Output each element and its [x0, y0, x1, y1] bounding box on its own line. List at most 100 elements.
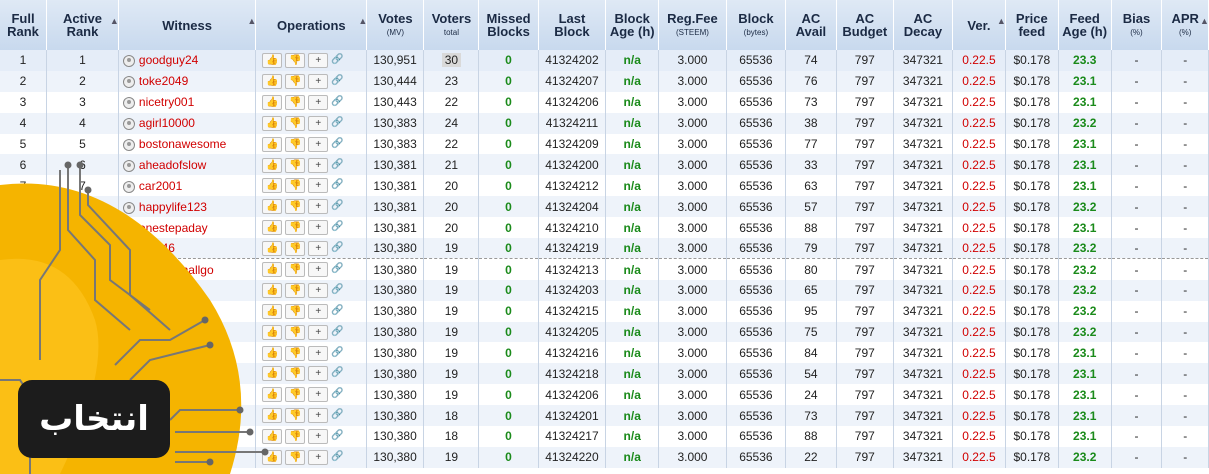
thumbs-down-icon[interactable]: 👎: [285, 240, 306, 256]
witness-cell[interactable]: nicetry001: [118, 91, 257, 113]
link-icon[interactable]: 🔗: [331, 262, 343, 277]
thumbs-up-icon[interactable]: 👍: [262, 220, 283, 236]
thumbs-down-icon[interactable]: 👎: [285, 199, 306, 215]
column-header-reg-fee[interactable]: Reg.Fee (STEEM): [658, 0, 727, 50]
add-user-icon[interactable]: +: [308, 240, 329, 256]
thumbs-up-icon[interactable]: 👍: [262, 199, 283, 215]
witness-cell[interactable]: 1: [118, 384, 257, 406]
witness-name-link[interactable]: agirl10000: [139, 116, 195, 130]
sort-arrows-icon[interactable]: ▲▼: [110, 17, 128, 26]
witness-cell[interactable]: hunger365: [118, 321, 257, 343]
thumbs-down-icon[interactable]: 👎: [285, 157, 306, 173]
witness-cell[interactable]: aheadofslow: [118, 154, 257, 176]
thumbs-down-icon[interactable]: 👎: [285, 94, 306, 110]
witness-name-link[interactable]: west: [139, 450, 164, 464]
add-user-icon[interactable]: +: [308, 324, 329, 340]
witness-cell[interactable]: high46: [118, 238, 257, 259]
link-icon[interactable]: 🔗: [331, 53, 343, 68]
witness-name-link[interactable]: h: [139, 367, 146, 381]
column-header-block-age-h[interactable]: Block Age (h): [605, 0, 660, 50]
link-icon[interactable]: 🔗: [331, 158, 343, 173]
witness-cell[interactable]: happylife123: [118, 196, 257, 218]
add-user-icon[interactable]: +: [308, 199, 329, 215]
witness-name-link[interactable]: coronashallgo: [139, 263, 214, 277]
column-header-full-rank[interactable]: Full Rank: [0, 0, 48, 50]
add-user-icon[interactable]: +: [308, 220, 329, 236]
witness-name-link[interactable]: goodguy24: [139, 53, 198, 67]
thumbs-up-icon[interactable]: 👍: [262, 387, 283, 403]
link-icon[interactable]: 🔗: [331, 178, 343, 193]
witness-name-link[interactable]: bostonawesome: [139, 137, 226, 151]
thumbs-down-icon[interactable]: 👎: [285, 74, 306, 89]
witness-name-link[interactable]: high46: [139, 241, 175, 255]
thumbs-down-icon[interactable]: 👎: [285, 282, 306, 298]
column-header-active-rank[interactable]: Active Rank ▲▼: [46, 0, 128, 50]
add-user-icon[interactable]: +: [308, 74, 329, 89]
thumbs-down-icon[interactable]: 👎: [285, 115, 306, 131]
column-header-missed-blocks[interactable]: Missed Blocks: [478, 0, 539, 50]
add-user-icon[interactable]: +: [308, 345, 329, 361]
add-user-icon[interactable]: +: [308, 387, 329, 403]
add-user-icon[interactable]: +: [308, 303, 329, 319]
sort-arrows-icon[interactable]: ▲▼: [997, 17, 1015, 26]
link-icon[interactable]: 🔗: [331, 241, 343, 256]
column-header-feed-age-h[interactable]: Feed Age (h): [1058, 0, 1112, 50]
link-icon[interactable]: 🔗: [331, 137, 343, 152]
witness-name-link[interactable]: 1: [139, 388, 146, 402]
witness-cell[interactable]: goodguy24: [118, 50, 257, 71]
link-icon[interactable]: 🔗: [331, 387, 343, 402]
witness-cell[interactable]: west: [118, 446, 257, 468]
link-icon[interactable]: 🔗: [331, 220, 343, 235]
thumbs-up-icon[interactable]: 👍: [262, 324, 283, 340]
column-header-ac-decay[interactable]: AC Decay: [893, 0, 954, 50]
thumbs-down-icon[interactable]: 👎: [285, 366, 306, 382]
link-icon[interactable]: 🔗: [331, 450, 343, 465]
add-user-icon[interactable]: +: [308, 178, 329, 194]
witness-cell[interactable]: h: [118, 363, 257, 385]
column-header-price-feed[interactable]: Price feed: [1005, 0, 1059, 50]
thumbs-down-icon[interactable]: 👎: [285, 178, 306, 194]
witness-name-link[interactable]: aheadofslow: [139, 158, 206, 172]
thumbs-up-icon[interactable]: 👍: [262, 450, 283, 466]
thumbs-down-icon[interactable]: 👎: [285, 262, 306, 278]
thumbs-down-icon[interactable]: 👎: [285, 324, 306, 340]
witness-name-link[interactable]: dingfly1: [139, 346, 180, 360]
link-icon[interactable]: 🔗: [331, 74, 343, 89]
thumbs-up-icon[interactable]: 👍: [262, 303, 283, 319]
witness-name-link[interactable]: night11pm: [139, 283, 194, 297]
link-icon[interactable]: 🔗: [331, 199, 343, 214]
thumbs-up-icon[interactable]: 👍: [262, 240, 283, 256]
add-user-icon[interactable]: +: [308, 136, 329, 152]
column-header-block[interactable]: Block (bytes): [726, 0, 787, 50]
link-icon[interactable]: 🔗: [331, 116, 343, 131]
link-icon[interactable]: 🔗: [331, 283, 343, 298]
add-user-icon[interactable]: +: [308, 408, 329, 424]
witness-name-link[interactable]: onestepaday: [139, 221, 208, 235]
add-user-icon[interactable]: +: [308, 115, 329, 131]
witness-cell[interactable]: toke2049: [118, 70, 257, 92]
thumbs-down-icon[interactable]: 👎: [285, 136, 306, 152]
witness-cell[interactable]: bostonawesome: [118, 133, 257, 155]
column-header-ver[interactable]: Ver. ▲▼: [952, 0, 1015, 50]
witness-name-link[interactable]: car2001: [139, 179, 182, 193]
thumbs-up-icon[interactable]: 👍: [262, 178, 283, 194]
column-header-last-block[interactable]: Last Block: [538, 0, 607, 50]
witness-name-link[interactable]: toke2049: [139, 74, 188, 88]
link-icon[interactable]: 🔗: [331, 408, 343, 423]
column-header-operations[interactable]: Operations ▲▼: [255, 0, 376, 50]
add-user-icon[interactable]: +: [308, 282, 329, 298]
thumbs-up-icon[interactable]: 👍: [262, 262, 283, 278]
witness-cell[interactable]: cloudysun: [118, 300, 257, 322]
link-icon[interactable]: 🔗: [331, 366, 343, 381]
thumbs-up-icon[interactable]: 👍: [262, 408, 283, 424]
sort-arrows-icon[interactable]: ▲▼: [358, 17, 376, 26]
witness-cell[interactable]: onestepaday: [118, 217, 257, 239]
sort-arrows-icon[interactable]: ▲▼: [247, 17, 265, 26]
add-user-icon[interactable]: +: [308, 366, 329, 382]
witness-cell[interactable]: dingfly1: [118, 342, 257, 364]
column-header-votes[interactable]: Votes (MV): [366, 0, 425, 50]
witness-cell[interactable]: night11pm: [118, 279, 257, 301]
witness-name-link[interactable]: nicetry001: [139, 95, 194, 109]
column-header-bias[interactable]: Bias (%): [1111, 0, 1163, 50]
witness-cell[interactable]: 3: [118, 405, 257, 427]
